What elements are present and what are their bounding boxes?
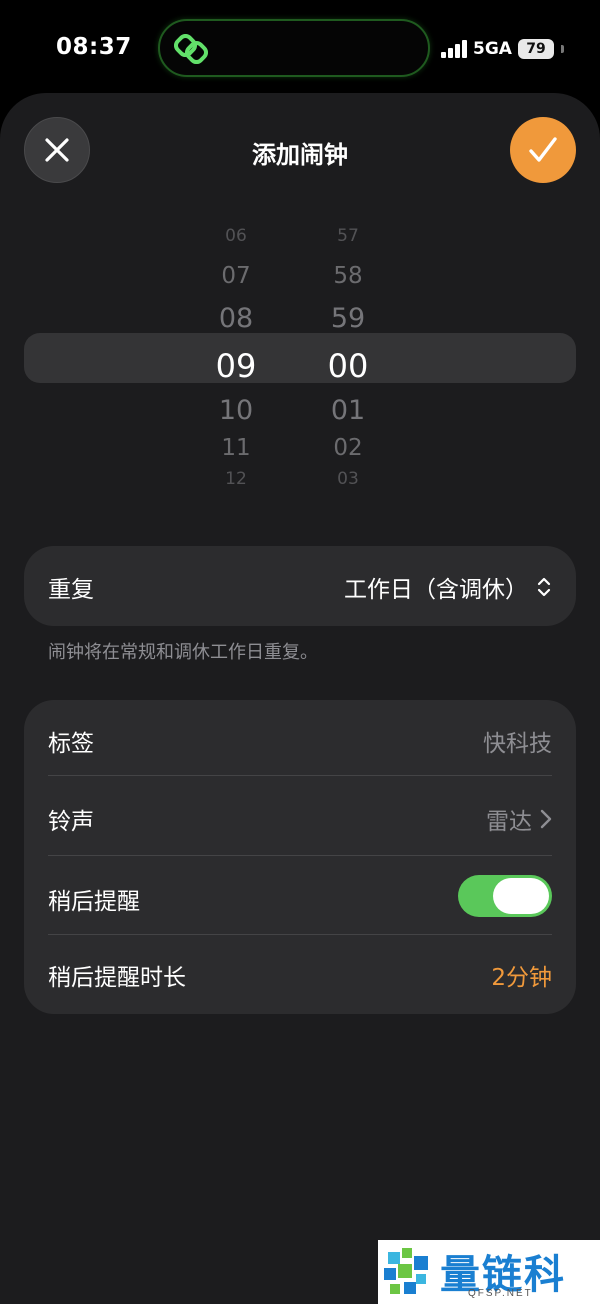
hour-option[interactable]: 07 [191, 263, 281, 289]
hour-option[interactable]: 06 [191, 226, 281, 246]
sound-row-value[interactable]: 雷达 [486, 802, 552, 836]
minute-option[interactable]: 01 [303, 395, 393, 426]
divider [48, 934, 552, 935]
hour-option[interactable]: 11 [191, 435, 281, 461]
sound-value-text: 雷达 [486, 809, 532, 835]
minute-option[interactable]: 02 [303, 435, 393, 461]
alarm-options-card: 标签 快科技 铃声 雷达 稍后提醒 稍后提醒时长 2分钟 [24, 700, 576, 1014]
minute-selected-value[interactable]: 00 [303, 347, 393, 385]
picker-selection-highlight [24, 333, 576, 383]
signal-icon [441, 40, 467, 58]
label-row-value[interactable]: 快科技 [483, 724, 552, 758]
label-row-label: 标签 [48, 731, 94, 757]
battery-tip [560, 45, 564, 53]
checkmark-icon [529, 137, 557, 162]
status-bar: 08:37 5GA 79 [0, 0, 600, 96]
battery-level: 79 [526, 41, 546, 57]
snooze-toggle[interactable] [458, 875, 552, 917]
snooze-duration-value[interactable]: 2分钟 [491, 958, 552, 992]
toggle-knob [493, 878, 549, 914]
minute-option[interactable]: 58 [303, 263, 393, 289]
snooze-duration-label: 稍后提醒时长 [48, 965, 186, 991]
repeat-value[interactable]: 工作日（含调休） [344, 570, 552, 604]
divider [48, 775, 552, 776]
repeat-row[interactable]: 重复 工作日（含调休） [24, 546, 576, 626]
sound-row-label: 铃声 [48, 809, 94, 835]
minute-option[interactable]: 03 [303, 469, 393, 489]
chevron-right-icon [540, 809, 552, 829]
confirm-button[interactable] [510, 117, 576, 183]
snooze-row-label: 稍后提醒 [48, 889, 140, 915]
minute-option[interactable]: 57 [303, 226, 393, 246]
repeat-value-text: 工作日（含调休） [344, 577, 528, 603]
add-alarm-sheet: 添加闹钟 06 07 08 09 10 11 12 57 58 59 00 01 02 03 重复 工作… [0, 93, 600, 1304]
repeat-label: 重复 [48, 577, 94, 603]
status-time: 08:37 [56, 34, 132, 60]
watermark-subtitle: QFSP.NET [468, 1288, 533, 1299]
watermark-logo [384, 1248, 428, 1294]
network-type: 5GA [473, 39, 512, 59]
hour-option[interactable]: 10 [191, 395, 281, 426]
hour-option[interactable]: 08 [191, 303, 281, 334]
hour-selected-value[interactable]: 09 [191, 347, 281, 385]
chevron-up-down-icon [537, 577, 551, 597]
link-app-icon [174, 34, 208, 64]
watermark: 量链科技 QFSP.NET [378, 1240, 600, 1304]
status-indicators: 5GA 79 [441, 36, 564, 62]
battery-icon: 79 [517, 39, 554, 59]
repeat-footnote: 闹钟将在常规和调休工作日重复。 [48, 642, 318, 663]
dynamic-island[interactable] [158, 19, 430, 77]
minute-option[interactable]: 59 [303, 303, 393, 334]
hour-option[interactable]: 12 [191, 469, 281, 489]
divider [48, 855, 552, 856]
